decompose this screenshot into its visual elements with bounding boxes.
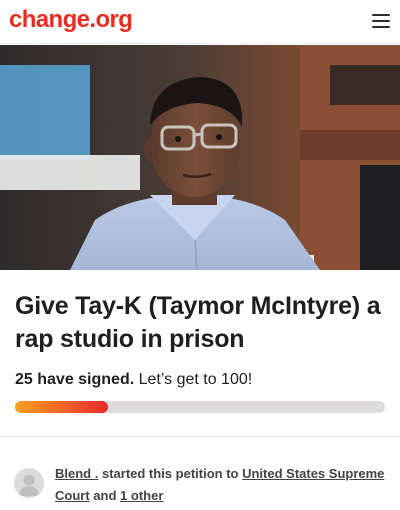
other-targets-link[interactable]: 1 other [120, 488, 163, 503]
signature-count: 25 have signed. [15, 371, 135, 388]
petition-starter-info: Blend . started this petition to United … [55, 463, 390, 507]
signature-goal: Let’s get to 100! [138, 371, 253, 388]
top-header: change.org [0, 0, 400, 44]
signature-summary: 25 have signed. Let’s get to 100! [15, 370, 252, 390]
hamburger-menu-icon[interactable] [372, 14, 390, 30]
section-divider [0, 436, 400, 437]
menu-bar-top [372, 14, 390, 16]
started-petition-text: started this petition to [101, 466, 239, 481]
avatar-silhouette [19, 474, 39, 496]
hero-illustration [0, 45, 400, 270]
menu-bar-middle [372, 20, 390, 22]
default-user-avatar-icon [14, 468, 44, 498]
petition-title: Give Tay-K (Taymor McIntyre) a rap studi… [15, 292, 381, 353]
starter-name-link[interactable]: Blend . [55, 466, 98, 481]
change-org-logo[interactable]: change.org [9, 5, 133, 35]
petition-hero-image [0, 45, 400, 270]
signature-progress-bar [15, 401, 385, 413]
and-text: and [93, 488, 117, 503]
menu-bar-bottom [372, 26, 390, 28]
signature-progress-fill [15, 401, 108, 413]
